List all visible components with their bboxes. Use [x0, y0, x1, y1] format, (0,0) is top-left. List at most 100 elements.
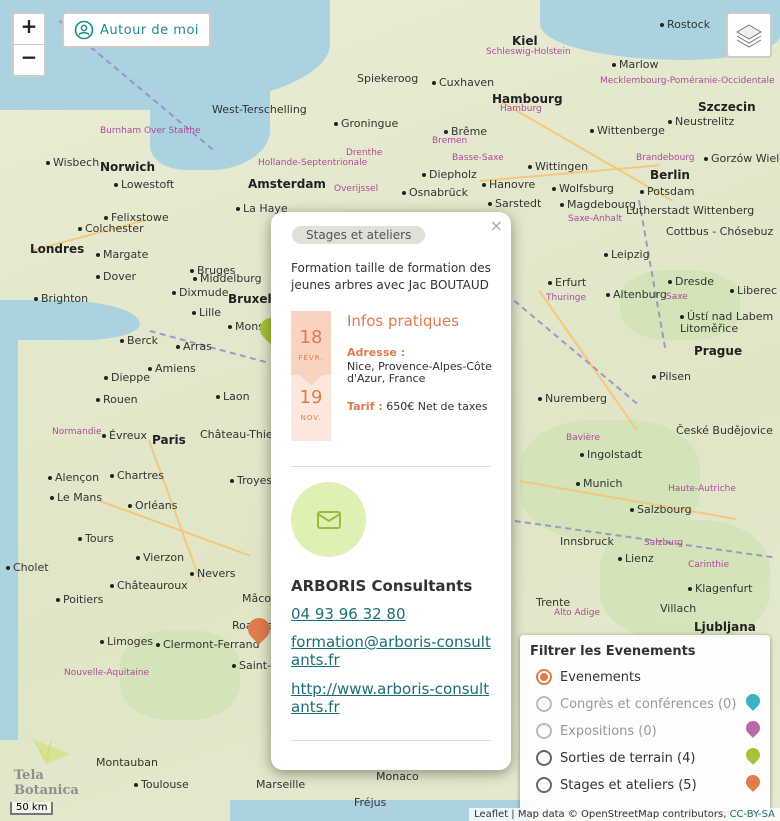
filter-option[interactable]: Sorties de terrain (4)	[536, 750, 695, 766]
place-label: Diepholz	[422, 168, 477, 181]
place-label: Arras	[176, 340, 212, 353]
place-label: Cottbus - Chósebuz	[666, 225, 774, 238]
place-label: Thuringe	[546, 293, 587, 303]
layers-button[interactable]	[726, 12, 772, 58]
radio-button[interactable]	[536, 750, 552, 766]
zoom-out-button[interactable]: −	[14, 44, 44, 75]
place-label: Limoges	[100, 635, 153, 648]
place-label: Brighton	[34, 292, 88, 305]
place-label: Le Mans	[50, 491, 102, 504]
place-label: Nouvelle-Aquitaine	[64, 668, 150, 678]
category-badge: Stages et ateliers	[292, 226, 426, 244]
zoom-in-button[interactable]: +	[14, 14, 44, 44]
place-label: Bremen	[432, 136, 468, 146]
place-label: Normandie	[52, 427, 102, 437]
date-block: 18 FÉVR. 19 NOV.	[291, 311, 331, 441]
country-border	[513, 300, 638, 405]
place-label: Wisbech	[46, 156, 99, 169]
email-link[interactable]: formation@arboris-consultants.fr	[291, 633, 491, 669]
filter-option[interactable]: Expositions (0)	[536, 723, 657, 739]
place-label: Mons	[228, 320, 264, 333]
category-marker-icon	[743, 718, 763, 738]
place-label: Berlin	[650, 168, 690, 182]
place-label: Dieppe	[104, 371, 150, 384]
place-label: Nuremberg	[538, 392, 607, 405]
place-label: Chartres	[110, 469, 164, 482]
place-label: Overijssel	[334, 184, 379, 194]
place-label: Villach	[660, 602, 697, 615]
place-label: Tours	[78, 532, 114, 545]
place-label: Litoměřice	[680, 322, 739, 335]
place-label: Amiens	[148, 362, 196, 375]
place-label: Marlow	[612, 58, 659, 71]
envelope-icon	[316, 510, 341, 529]
place-label: Kiel	[512, 34, 538, 48]
place-label: České Budějovice	[676, 424, 773, 437]
event-title: Formation taille de formation des jeunes…	[291, 261, 491, 292]
place-label: Orléans	[128, 499, 177, 512]
place-label: Poitiers	[56, 593, 103, 606]
around-me-button[interactable]: Autour de moi	[62, 12, 212, 48]
place-label: Cuxhaven	[432, 76, 494, 89]
place-label: Lienz	[618, 552, 654, 565]
zoom-control: + −	[12, 12, 46, 77]
phone-link[interactable]: 04 93 96 32 80	[291, 605, 491, 623]
start-month: FÉVR.	[298, 354, 324, 362]
place-label: Vierzon	[136, 551, 184, 564]
scale-bar: 50 km	[10, 802, 54, 815]
filter-option[interactable]: Congrès et conférences (0)	[536, 696, 736, 712]
place-label: Lowestoft	[114, 178, 174, 191]
end-month: NOV.	[300, 414, 322, 422]
place-label: Salzburg	[644, 538, 684, 548]
place-label: Groningue	[334, 117, 398, 130]
place-label: Liberec	[730, 284, 777, 297]
radio-button[interactable]	[536, 777, 552, 793]
place-label: Amsterdam	[248, 177, 326, 191]
tarif-value: 650€ Net de taxes	[386, 400, 488, 413]
map-canvas[interactable]: Kiel Schleswig-Holstein Rostock Marlow Hambo…	[0, 0, 780, 821]
category-marker-icon	[743, 772, 763, 792]
place-label: Leipzig	[604, 248, 650, 261]
place-label: Hanovre	[482, 178, 535, 191]
place-label: Laon	[216, 390, 250, 403]
place-label: West-Terschelling	[212, 103, 307, 116]
place-label: Norwich	[100, 160, 156, 174]
attribution: Leaflet | Map data © OpenStreetMap contr…	[469, 808, 780, 821]
place-label: Paris	[152, 433, 186, 447]
place-label: Berck	[120, 334, 158, 347]
place-label: Sarstedt	[488, 197, 541, 210]
radio-button[interactable]	[536, 669, 552, 685]
place-label: Carinthie	[688, 560, 729, 570]
place-label: Burnham Over Staithe	[100, 126, 201, 136]
filter-title: Filtrer les Evenements	[530, 644, 696, 659]
place-label: Fréjus	[354, 796, 387, 809]
filter-option-label: Evenements	[560, 669, 641, 685]
place-label: Spiekeroog	[357, 72, 419, 85]
filter-option-label: Expositions (0)	[560, 723, 657, 739]
channel-sea	[0, 300, 140, 340]
license-link[interactable]: CC-BY-SA	[730, 809, 775, 820]
place-label: Rostock	[660, 18, 710, 31]
close-icon[interactable]: ×	[490, 216, 503, 235]
place-label: Klagenfurt	[688, 582, 752, 595]
place-label: Dresde	[668, 275, 714, 288]
place-label: Montauban	[96, 756, 158, 769]
place-label: Potsdam	[640, 185, 694, 198]
place-label: Ingolstadt	[580, 448, 642, 461]
filter-option-label: Sorties de terrain (4)	[560, 750, 696, 766]
place-label: Gorzów Wielkopolski	[704, 152, 780, 165]
organizer-name: ARBORIS Consultants	[291, 577, 473, 595]
layers-icon	[736, 24, 762, 48]
place-label: Hollande-Septentrionale	[258, 158, 368, 168]
place-label: Dover	[96, 270, 136, 283]
place-label: Szczecin	[698, 100, 756, 114]
radio-button[interactable]	[536, 723, 552, 739]
place-label: Margate	[96, 248, 148, 261]
place-label: Wolfsburg	[552, 182, 614, 195]
website-link[interactable]: http://www.arboris-consultants.fr	[291, 680, 491, 716]
radio-button[interactable]	[536, 696, 552, 712]
email-button[interactable]	[291, 482, 366, 557]
filter-option[interactable]: Evenements	[536, 669, 641, 685]
attribution-text: Leaflet | Map data © OpenStreetMap contr…	[474, 809, 730, 820]
filter-option[interactable]: Stages et ateliers (5)	[536, 777, 697, 793]
